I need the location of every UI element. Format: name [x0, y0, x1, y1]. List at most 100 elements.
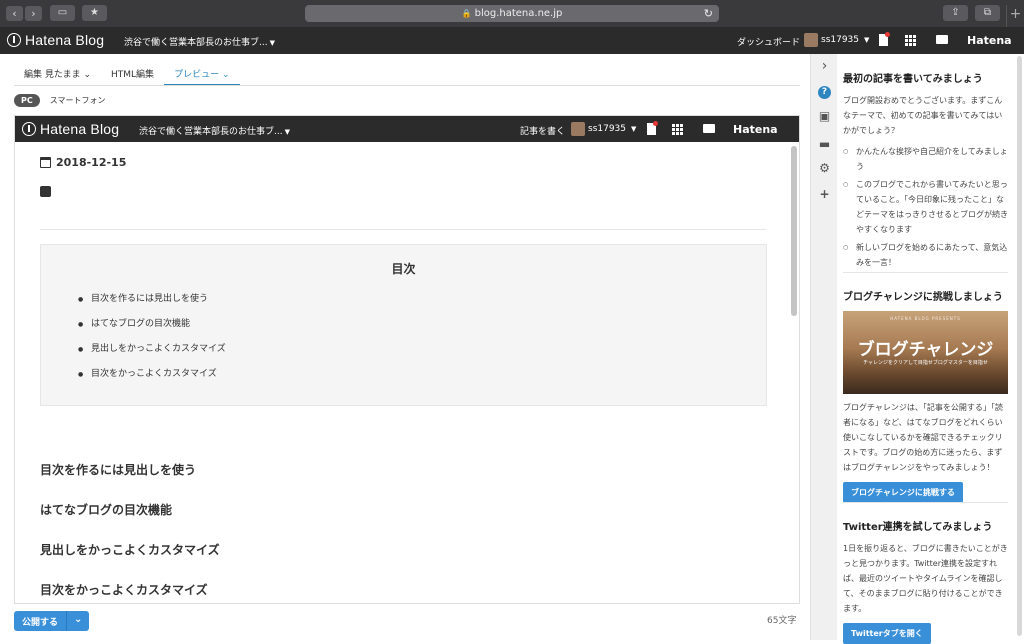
preview-logo[interactable]: Hatena Blog	[22, 121, 119, 137]
section-text: 1日を振り返ると、ブログに書きたいことがきっと見つかります。Twitter連携を…	[843, 544, 1008, 613]
share-button[interactable]: ⇪	[943, 5, 968, 21]
preview-header: Hatena Blog 渋谷で働く営業本部長のお仕事ブ... ▼ 記事を書く ss…	[15, 116, 799, 142]
folder-icon[interactable]: ▬	[818, 138, 831, 151]
chevron-down-icon: ⌄	[83, 70, 92, 80]
caret-down-icon: ▼	[269, 39, 275, 47]
toc-title: 目次	[391, 262, 416, 276]
plus-icon[interactable]: +	[818, 188, 831, 201]
heading: 目次をかっこよくカスタマイズ	[40, 583, 208, 597]
help-panel: 最初の記事を書いてみましょう ブログ開設おめでとうございます。まずこんなテーマで…	[837, 54, 1015, 644]
blog-challenge-banner[interactable]: HATENA BLOG PRESENTS ブログチャレンジ チャレンジをクリアし…	[843, 311, 1008, 394]
back-button[interactable]: ‹	[6, 6, 23, 21]
tab-wysiwyg[interactable]: 編集 見たまま ⌄	[14, 62, 101, 86]
lock-icon: 🔒	[461, 9, 472, 18]
blog-name: 渋谷で働く営業本部長のお仕事ブ...	[124, 38, 268, 48]
avatar	[804, 33, 818, 47]
caret-down-icon: ▼	[864, 36, 870, 44]
notification-icon[interactable]	[879, 32, 890, 46]
comment-icon[interactable]	[936, 35, 948, 44]
section-title: Twitter連携を試してみましょう	[843, 522, 993, 533]
banner-small-text: HATENA BLOG PRESENTS	[890, 316, 961, 321]
article-date: 2018-12-15	[40, 156, 126, 169]
new-tab-button[interactable]: +	[1006, 5, 1024, 27]
divider	[40, 229, 766, 230]
section-text: ブログ開設おめでとうございます。まずこんなテーマで、初めての記事を書いてみてはい…	[843, 96, 1003, 135]
dashboard-link[interactable]: ダッシュボード	[737, 35, 800, 48]
favorites-button[interactable]: ★	[82, 5, 107, 21]
image-icon[interactable]: ▣	[818, 110, 831, 123]
comment-icon[interactable]	[703, 124, 715, 133]
preview-frame: Hatena Blog 渋谷で働く営業本部長のお仕事ブ... ▼ 記事を書く ss…	[14, 115, 800, 604]
address-bar[interactable]: 🔒 blog.hatena.ne.jp ↻	[305, 5, 719, 22]
preview-scrollbar[interactable]	[791, 146, 797, 316]
calendar-icon	[40, 157, 51, 168]
notification-icon[interactable]	[647, 121, 658, 135]
banner-subtitle: チャレンジをクリアして目指せブログマスターを目指せ	[863, 360, 988, 366]
device-smartphone-button[interactable]: スマートフォン	[50, 95, 106, 106]
blog-selector[interactable]: 渋谷で働く営業本部長のお仕事ブ... ▼	[124, 35, 275, 48]
tabs-button[interactable]: ⧉	[975, 5, 1000, 21]
divider	[843, 502, 1008, 503]
logo-text: Hatena Blog	[25, 32, 105, 48]
publish-button[interactable]: 公開する	[14, 611, 68, 631]
first-article-section: 最初の記事を書いてみましょう ブログ開設おめでとうございます。まずこんなテーマで…	[843, 70, 1008, 273]
twitter-section: Twitter連携を試してみましょう 1日を振り返ると、ブログに書きたいことがき…	[843, 518, 1008, 644]
publish-button-group: 公開する ⌄	[14, 611, 90, 631]
open-twitter-tab-button[interactable]: Twitterタブを開く	[843, 623, 931, 644]
tab-html[interactable]: HTML編集	[101, 62, 164, 86]
preview-user-menu[interactable]: ss17935 ▼	[571, 122, 636, 136]
browser-toolbar: ‹ › ▭ ★ 🔒 blog.hatena.ne.jp ↻ ⇪ ⧉ +	[0, 0, 1024, 27]
editor-tabs: 編集 見たまま ⌄ HTML編集 プレビュー ⌄	[14, 62, 240, 86]
hatena-logo-icon	[22, 122, 36, 136]
heading: 見出しをかっこよくカスタマイズ	[40, 543, 220, 557]
heading: はてなブログの目次機能	[40, 503, 173, 517]
side-icon-bar: › ? ▣ ▬ ⚙ +	[810, 54, 837, 640]
toc-item[interactable]: 目次をかっこよくカスタマイズ	[78, 368, 766, 393]
tab-divider	[14, 85, 800, 86]
forward-button[interactable]: ›	[25, 6, 42, 21]
heading: 目次を作るには見出しを使う	[40, 463, 197, 477]
hatena-blog-logo[interactable]: Hatena Blog	[7, 32, 104, 48]
write-article-link[interactable]: 記事を書く	[520, 124, 565, 137]
preview-blog-selector[interactable]: 渋谷で働く営業本部長のお仕事ブ... ▼	[139, 124, 290, 137]
toc-item[interactable]: 目次を作るには見出しを使う	[78, 293, 766, 318]
apps-grid-icon[interactable]	[905, 35, 916, 46]
blog-name: 渋谷で働く営業本部長のお仕事ブ...	[139, 127, 283, 137]
banner-title: ブログチャレンジ	[857, 340, 994, 360]
device-pc-button[interactable]: PC	[14, 94, 40, 107]
username: ss17935	[821, 35, 860, 45]
list-item: 新しいブログを始めるにあたって、意気込みを一言！	[843, 240, 1008, 270]
url-text: blog.hatena.ne.jp	[474, 8, 563, 19]
logo-text: Hatena Blog	[40, 121, 120, 137]
blog-challenge-button[interactable]: ブログチャレンジに挑戦する	[843, 482, 963, 503]
sidebar-toggle-button[interactable]: ▭	[50, 5, 75, 21]
tab-label: プレビュー	[174, 70, 220, 80]
toc-item[interactable]: はてなブログの目次機能	[78, 318, 766, 343]
caret-down-icon: ▼	[631, 125, 637, 133]
tab-label: 編集 見たまま	[24, 70, 81, 80]
apps-grid-icon[interactable]	[672, 124, 683, 135]
toc-item[interactable]: 見出しをかっこよくカスタマイズ	[78, 343, 766, 368]
publish-options-chevron-icon[interactable]: ⌄	[67, 611, 89, 631]
device-switch: PC スマートフォン	[14, 94, 106, 107]
section-title: ブログチャレンジに挑戦しましょう	[843, 292, 1003, 303]
caret-down-icon: ▼	[284, 128, 290, 136]
username: ss17935	[588, 124, 627, 134]
avatar	[571, 122, 585, 136]
hatena-text: Hatena	[733, 123, 778, 136]
title-placeholder	[40, 186, 51, 197]
blog-challenge-section: ブログチャレンジに挑戦しましょう HATENA BLOG PRESENTS ブロ…	[843, 288, 1008, 503]
panel-scrollbar[interactable]	[1017, 56, 1022, 636]
tab-preview[interactable]: プレビュー ⌄	[164, 62, 240, 86]
chevron-right-icon[interactable]: ›	[818, 59, 831, 73]
gear-icon[interactable]: ⚙	[818, 162, 831, 175]
table-of-contents: 目次 目次を作るには見出しを使う はてなブログの目次機能 見出しをかっこよくカス…	[40, 244, 767, 406]
help-icon[interactable]: ?	[818, 86, 831, 99]
suggestion-list: かんたんな挨拶や自己紹介をしてみましょう このブログでこれから書いてみたいと思っ…	[843, 144, 1008, 270]
hatena-link[interactable]: Hatena	[967, 34, 1012, 47]
hatena-link[interactable]: Hatena	[733, 123, 778, 136]
article-preview: 2018-12-15 目次 目次を作るには見出しを使う はてなブログの目次機能 …	[15, 142, 787, 603]
list-item: このブログでこれから書いてみたいと思っていること。「今日印象に残ったこと」などテ…	[843, 177, 1008, 237]
reload-icon[interactable]: ↻	[704, 5, 713, 22]
user-menu[interactable]: ss17935 ▼	[804, 33, 869, 47]
